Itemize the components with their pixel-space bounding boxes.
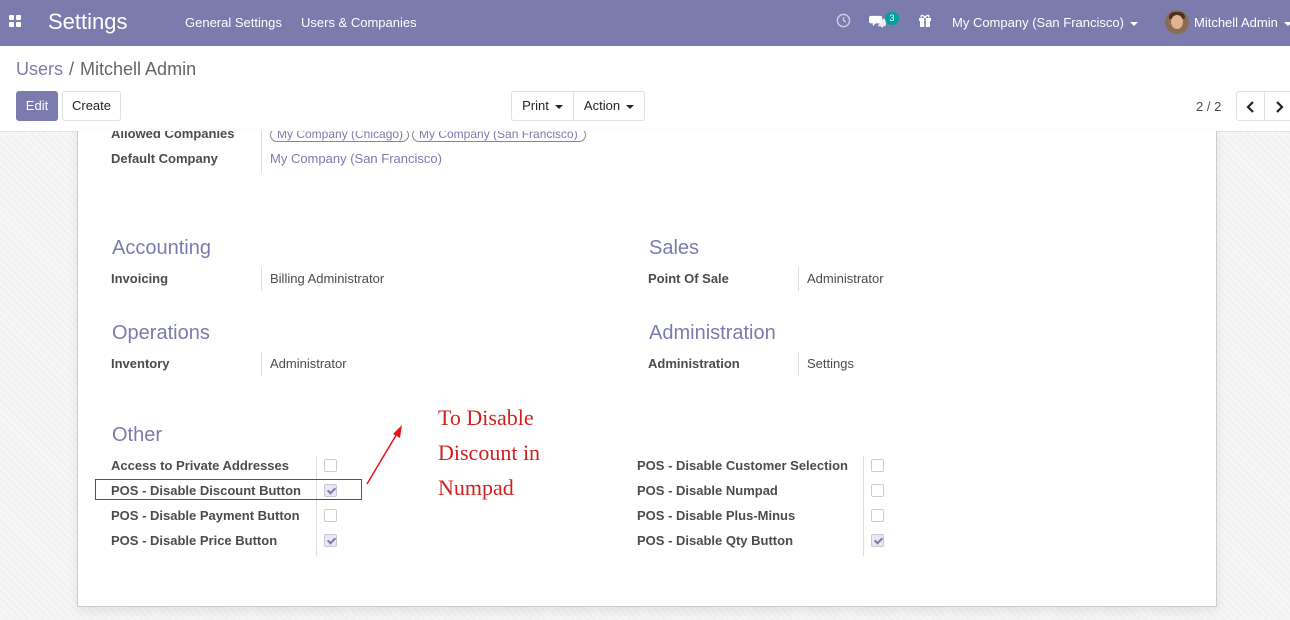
breadcrumb: Users / Mitchell Admin <box>16 59 196 80</box>
field-divider <box>261 352 262 376</box>
breadcrumb-users-link[interactable]: Users <box>16 59 63 79</box>
chevron-down-icon <box>1129 21 1138 26</box>
messages-badge: 3 <box>885 12 899 25</box>
user-menu[interactable]: Mitchell Admin <box>1194 15 1290 30</box>
avatar[interactable] <box>1165 10 1189 34</box>
annotation-line-3: Numpad <box>438 475 514 500</box>
print-dropdown-label: Print <box>522 98 549 113</box>
breadcrumb-separator: / <box>69 59 75 79</box>
annotation-line-2: Discount in <box>438 440 541 465</box>
create-button[interactable]: Create <box>62 91 121 121</box>
administration-group-title: Administration <box>649 322 776 344</box>
breadcrumb-current: Mitchell Admin <box>80 59 197 79</box>
action-dropdown[interactable]: Action <box>573 91 645 121</box>
pos-disable-price-label: POS - Disable Price Button <box>111 533 278 548</box>
pos-disable-price-checkbox[interactable] <box>324 534 337 547</box>
pager-previous-button[interactable] <box>1236 91 1265 121</box>
pos-disable-qty-label: POS - Disable Qty Button <box>637 533 794 548</box>
administration-field[interactable]: Settings <box>807 356 854 371</box>
other-group-title: Other <box>112 424 163 446</box>
tag-company-san-francisco[interactable]: My Company (San Francisco) <box>412 131 586 142</box>
field-divider <box>863 456 864 556</box>
annotation-line-1: To Disable <box>438 405 534 430</box>
field-divider <box>798 267 799 291</box>
company-switcher-label: My Company (San Francisco) <box>952 15 1124 30</box>
administration-label: Administration <box>648 356 740 371</box>
chevron-down-icon <box>554 104 563 109</box>
pos-disable-plus-minus-checkbox[interactable] <box>871 509 884 522</box>
top-navbar: Settings General Settings Users & Compan… <box>0 0 1290 46</box>
print-dropdown[interactable]: Print <box>511 91 574 121</box>
pager-value[interactable]: 2 / 2 <box>1196 99 1221 114</box>
operations-group-title: Operations <box>112 322 210 344</box>
app-title: Settings <box>48 9 128 34</box>
edit-button[interactable]: Edit <box>16 91 58 121</box>
chat-icon[interactable] <box>869 14 886 33</box>
menu-general-settings[interactable]: General Settings <box>185 15 282 30</box>
point-of-sale-label: Point Of Sale <box>648 271 729 286</box>
field-divider <box>798 352 799 376</box>
access-private-addresses-label: Access to Private Addresses <box>111 458 290 473</box>
pos-disable-plus-minus-label: POS - Disable Plus-Minus <box>637 508 796 523</box>
field-divider <box>261 131 262 173</box>
apps-grid-icon[interactable] <box>9 15 23 29</box>
pager-next-button[interactable] <box>1264 91 1290 121</box>
pos-disable-numpad-label: POS - Disable Numpad <box>637 483 778 498</box>
chevron-down-icon <box>1283 21 1290 26</box>
clock-icon[interactable] <box>836 13 851 32</box>
form-sheet: Allowed Companies My Company (Chicago) M… <box>77 131 1217 607</box>
pos-disable-numpad-checkbox[interactable] <box>871 484 884 497</box>
chevron-down-icon <box>626 104 635 109</box>
gift-icon[interactable] <box>918 13 932 32</box>
pos-disable-customer-selection-label: POS - Disable Customer Selection <box>637 458 848 473</box>
inventory-label: Inventory <box>111 356 170 371</box>
menu-users-companies[interactable]: Users & Companies <box>301 15 417 30</box>
invoicing-label: Invoicing <box>111 271 169 286</box>
sales-group-title: Sales <box>649 237 700 259</box>
tag-company-chicago[interactable]: My Company (Chicago) <box>270 131 409 142</box>
annotation-text: To Disable Discount in Numpad <box>438 400 618 505</box>
chevron-right-icon <box>1275 101 1284 114</box>
company-switcher[interactable]: My Company (San Francisco) <box>952 15 1138 30</box>
pos-disable-customer-selection-checkbox[interactable] <box>871 459 884 472</box>
pos-disable-payment-checkbox[interactable] <box>324 509 337 522</box>
highlight-box <box>95 479 362 500</box>
pos-disable-payment-label: POS - Disable Payment Button <box>111 508 300 523</box>
action-dropdown-label: Action <box>583 98 621 113</box>
field-divider <box>261 267 262 291</box>
default-company-field[interactable]: My Company (San Francisco) <box>270 151 442 166</box>
default-company-label: Default Company <box>111 151 218 166</box>
access-private-addresses-checkbox[interactable] <box>324 459 337 472</box>
point-of-sale-field[interactable]: Administrator <box>807 271 884 286</box>
accounting-group-title: Accounting <box>112 237 211 259</box>
pos-disable-qty-checkbox[interactable] <box>871 534 884 547</box>
inventory-field[interactable]: Administrator <box>270 356 347 371</box>
allowed-companies-label: Allowed Companies <box>111 131 235 141</box>
user-menu-label: Mitchell Admin <box>1194 15 1278 30</box>
invoicing-field[interactable]: Billing Administrator <box>270 271 384 286</box>
chevron-left-icon <box>1245 101 1254 114</box>
field-divider <box>316 456 317 556</box>
